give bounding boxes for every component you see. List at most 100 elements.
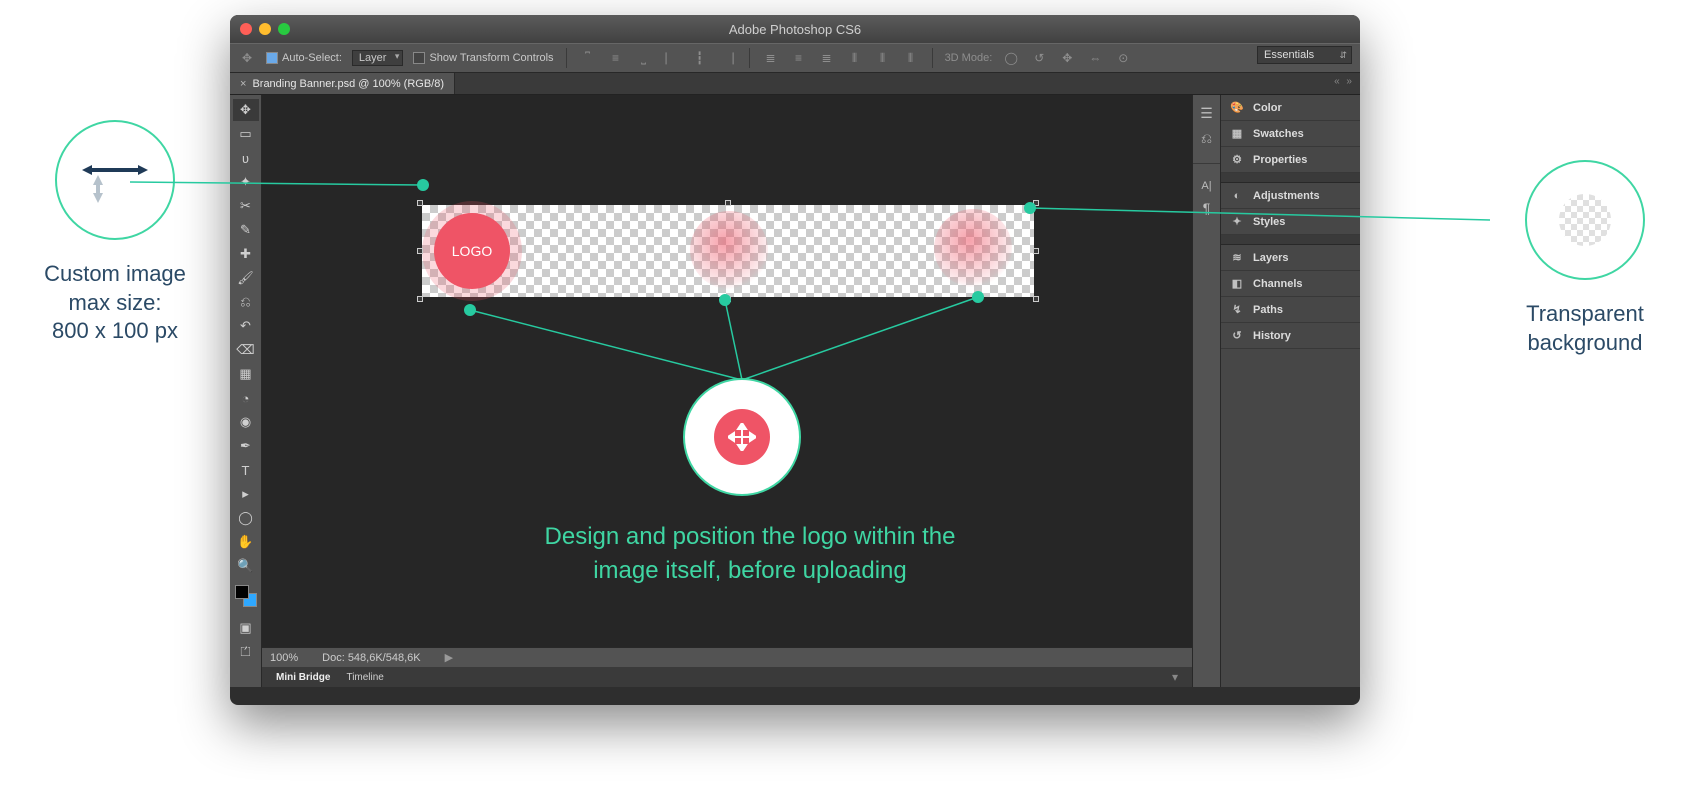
- paths-icon: ↯: [1229, 303, 1245, 316]
- toolbox: ✥ ▭ ʋ ✦ ✂ ✎ ✚ 🖌 ⎌ ↶ ⌫ ▦ ◔ ◉ ✒ T ▸ ◯ ✋ 🔍 …: [230, 95, 262, 687]
- zoom-level[interactable]: 100%: [270, 652, 298, 664]
- show-transform-label: Show Transform Controls: [429, 52, 553, 64]
- annotation-right: Transparent background: [1480, 160, 1690, 357]
- lasso-tool[interactable]: ʋ: [233, 147, 259, 169]
- clone-stamp-tool[interactable]: ⎌: [233, 291, 259, 313]
- transparency-icon: [1559, 194, 1611, 246]
- annotation-right-circle: [1525, 160, 1645, 280]
- align-vcenter-icon[interactable]: ≡: [607, 49, 625, 67]
- annotation-center-circle: [683, 378, 801, 496]
- distribute-bottom-icon[interactable]: ≣: [818, 49, 836, 67]
- align-right-icon[interactable]: ⎹: [719, 49, 737, 67]
- window-title: Adobe Photoshop CS6: [230, 22, 1360, 37]
- mode-3d-label: 3D Mode:: [945, 52, 993, 64]
- panel-layers[interactable]: ≋Layers: [1221, 245, 1360, 271]
- quick-mask-toggle[interactable]: ▣: [233, 617, 259, 639]
- brush-tool[interactable]: 🖌: [233, 267, 259, 289]
- workspace-switcher[interactable]: Essentials: [1257, 46, 1352, 64]
- show-transform-checkbox[interactable]: [413, 52, 425, 64]
- document-tab[interactable]: × Branding Banner.psd @ 100% (RGB/8): [230, 73, 455, 94]
- options-bar: ✥ Auto-Select: Layer Show Transform Cont…: [230, 43, 1360, 73]
- move-tool[interactable]: ✥: [233, 99, 259, 121]
- timeline-tab[interactable]: Timeline: [338, 670, 391, 685]
- align-hcenter-icon[interactable]: ┇: [691, 49, 709, 67]
- status-flyout-icon[interactable]: ▶: [445, 651, 453, 664]
- crop-tool[interactable]: ✂: [233, 195, 259, 217]
- bottom-panel-tabs: Mini Bridge Timeline ▾: [262, 667, 1192, 687]
- distribute-top-icon[interactable]: ≣: [762, 49, 780, 67]
- align-left-icon[interactable]: ⎸: [663, 49, 681, 67]
- panel-color[interactable]: 🎨Color: [1221, 95, 1360, 121]
- panel-channels[interactable]: ◧Channels: [1221, 271, 1360, 297]
- align-bottom-icon[interactable]: ⎵: [635, 49, 653, 67]
- annotation-center-caption: Design and position the logo within the …: [430, 520, 1070, 587]
- status-bar: 100% Doc: 548,6K/548,6K ▶: [262, 647, 1192, 667]
- pen-tool[interactable]: ✒: [233, 435, 259, 457]
- mini-bridge-tab[interactable]: Mini Bridge: [268, 670, 338, 685]
- swatches-icon: ▦: [1229, 127, 1245, 140]
- distribute-right-icon[interactable]: ⫴: [902, 49, 920, 67]
- type-tool[interactable]: T: [233, 459, 259, 481]
- document-canvas[interactable]: LOGO: [422, 205, 1034, 297]
- move-icon-badge: [714, 409, 770, 465]
- document-tab-label: Branding Banner.psd @ 100% (RGB/8): [252, 78, 444, 90]
- palette-icon: 🎨: [1229, 101, 1245, 114]
- distribute-vcenter-icon[interactable]: ≡: [790, 49, 808, 67]
- annotation-right-label: Transparent background: [1480, 300, 1690, 357]
- path-selection-tool[interactable]: ▸: [233, 483, 259, 505]
- history-icon: ↺: [1229, 329, 1245, 342]
- healing-brush-tool[interactable]: ✚: [233, 243, 259, 265]
- distribute-left-icon[interactable]: ⫴: [846, 49, 864, 67]
- 3d-orbit-icon[interactable]: ◯: [1002, 49, 1020, 67]
- color-swatches[interactable]: [235, 585, 257, 607]
- logo-layer[interactable]: LOGO: [434, 213, 510, 289]
- channels-icon: ◧: [1229, 277, 1245, 290]
- dodge-tool[interactable]: ◉: [233, 411, 259, 433]
- properties-icon: ⚙: [1229, 153, 1245, 166]
- panel-paths[interactable]: ↯Paths: [1221, 297, 1360, 323]
- magic-wand-tool[interactable]: ✦: [233, 171, 259, 193]
- auto-select-mode-select[interactable]: Layer: [352, 50, 404, 66]
- adjustments-icon: ◐: [1229, 190, 1245, 202]
- tab-overflow-icon[interactable]: « »: [1328, 73, 1360, 94]
- foreground-color-swatch[interactable]: [235, 585, 249, 599]
- 3d-roll-icon[interactable]: ↺: [1030, 49, 1048, 67]
- auto-select-checkbox[interactable]: [266, 52, 278, 64]
- 3d-slide-icon[interactable]: ⇔: [1086, 49, 1104, 67]
- annotation-left-circle: [55, 120, 175, 240]
- distribute-hcenter-icon[interactable]: ⫴: [874, 49, 892, 67]
- 3d-zoom-icon[interactable]: ⊙: [1114, 49, 1132, 67]
- marquee-tool[interactable]: ▭: [233, 123, 259, 145]
- eyedropper-tool[interactable]: ✎: [233, 219, 259, 241]
- paragraph-panel-icon[interactable]: ¶: [1203, 200, 1211, 216]
- zoom-tool[interactable]: 🔍: [233, 555, 259, 577]
- right-panels: 🎨Color ▦Swatches ⚙Properties ◐Adjustment…: [1220, 95, 1360, 687]
- styles-icon: ✦: [1229, 215, 1245, 228]
- hand-tool[interactable]: ✋: [233, 531, 259, 553]
- panel-styles[interactable]: ✦Styles: [1221, 209, 1360, 235]
- decorative-blob-2[interactable]: [934, 209, 1012, 287]
- align-top-icon[interactable]: ⎴: [579, 49, 597, 67]
- doc-info[interactable]: Doc: 548,6K/548,6K: [322, 652, 420, 664]
- panel-adjustments[interactable]: ◐Adjustments: [1221, 183, 1360, 209]
- gradient-tool[interactable]: ▦: [233, 363, 259, 385]
- clone-source-panel-icon[interactable]: ⎌: [1201, 130, 1212, 147]
- character-panel-icon[interactable]: A|: [1201, 180, 1211, 192]
- 3d-pan-icon[interactable]: ✥: [1058, 49, 1076, 67]
- titlebar: Adobe Photoshop CS6: [230, 15, 1360, 43]
- bottom-panel-collapse-icon[interactable]: ▾: [1164, 668, 1186, 686]
- panel-history[interactable]: ↺History: [1221, 323, 1360, 349]
- history-brush-tool[interactable]: ↶: [233, 315, 259, 337]
- decorative-blob-1[interactable]: [690, 211, 768, 289]
- eraser-tool[interactable]: ⌫: [233, 339, 259, 361]
- panel-properties[interactable]: ⚙Properties: [1221, 147, 1360, 173]
- document-tab-bar: × Branding Banner.psd @ 100% (RGB/8) « »: [230, 73, 1360, 95]
- dimensions-icon: [80, 155, 150, 205]
- screen-mode-toggle[interactable]: ⏍: [233, 641, 259, 663]
- brush-panel-icon[interactable]: ☰: [1200, 105, 1213, 122]
- layers-icon: ≋: [1229, 251, 1245, 264]
- panel-swatches[interactable]: ▦Swatches: [1221, 121, 1360, 147]
- blur-tool[interactable]: ◔: [233, 387, 259, 409]
- shape-tool[interactable]: ◯: [233, 507, 259, 529]
- move-icon: [728, 423, 756, 451]
